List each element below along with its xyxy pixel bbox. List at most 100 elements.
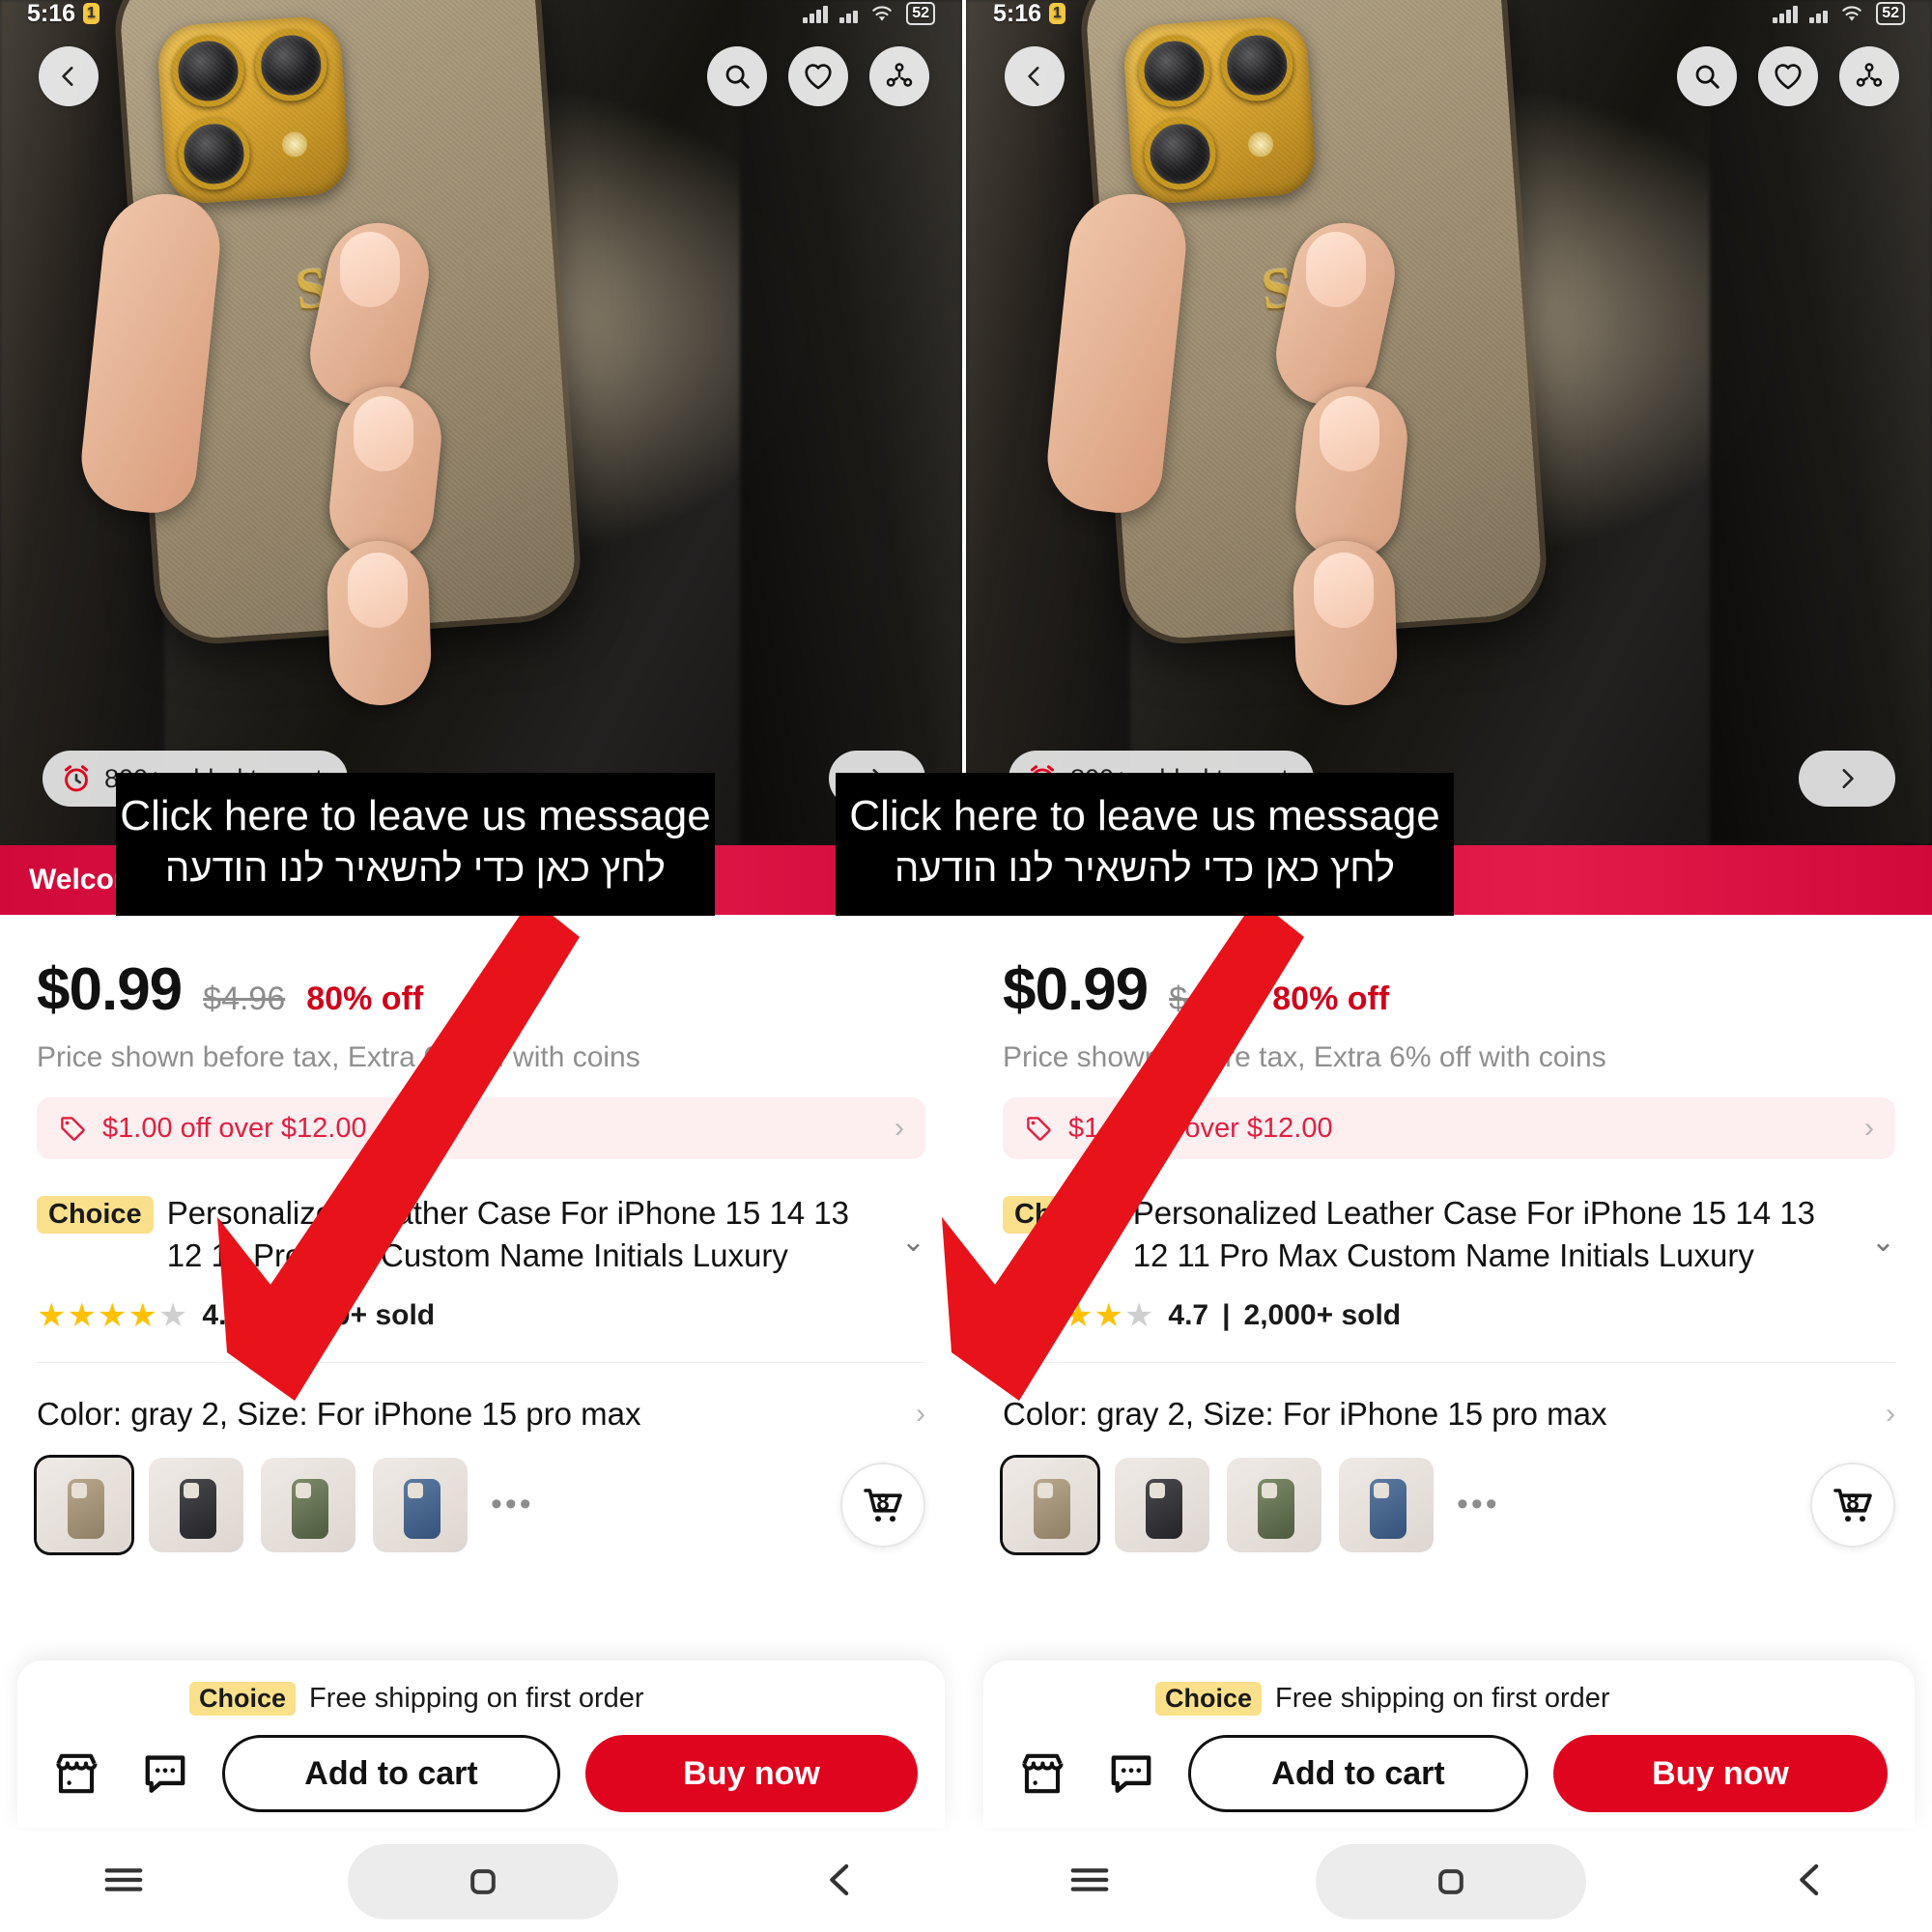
variant-thumbnail[interactable]: [1227, 1457, 1321, 1552]
chevron-down-icon[interactable]: ⌄: [1871, 1192, 1895, 1259]
variant-selector[interactable]: Color: gray 2, Size: For iPhone 15 pro m…: [1003, 1396, 1895, 1433]
sold-count: 2,000+ sold: [277, 1298, 436, 1331]
buy-now-button[interactable]: Buy now: [585, 1735, 918, 1812]
phone-screen-right: S.K 5:16 1: [966, 0, 1932, 1932]
message-seller-button[interactable]: [133, 1742, 197, 1805]
heart-icon: [1775, 64, 1802, 90]
message-seller-button[interactable]: [1099, 1742, 1163, 1805]
add-to-cart-button[interactable]: Add to cart: [222, 1735, 560, 1812]
variant-thumbnail[interactable]: [1339, 1457, 1434, 1552]
tag-icon: [1027, 1117, 1051, 1141]
recents-button[interactable]: [1067, 1861, 1112, 1904]
signal-bars-secondary-icon: [1809, 4, 1829, 23]
coupon-banner[interactable]: $1.00 off over $12.00 ›: [1003, 1097, 1895, 1159]
share-button[interactable]: [1839, 46, 1899, 106]
choice-shipping-badge: Choice: [1155, 1682, 1263, 1716]
wishlist-button[interactable]: [788, 46, 848, 106]
variant-thumbnail[interactable]: [1003, 1457, 1097, 1552]
choice-shipping-badge: Choice: [189, 1682, 297, 1716]
home-button[interactable]: [1315, 1844, 1586, 1919]
search-button[interactable]: [707, 46, 767, 106]
discount-percent: 80% off: [306, 980, 424, 1017]
more-variants-ellipsis[interactable]: •••: [1457, 1486, 1500, 1523]
choice-badge: Choice: [1003, 1196, 1120, 1234]
store-button[interactable]: [1010, 1742, 1074, 1805]
product-title: Personalized Leather Case For iPhone 15 …: [1132, 1195, 1815, 1273]
fingernail: [348, 553, 408, 628]
more-variants-ellipsis[interactable]: •••: [491, 1486, 534, 1523]
status-bar-left: 5:16 1: [27, 0, 99, 28]
choice-badge: Choice: [37, 1196, 154, 1234]
original-price: $4.96: [203, 980, 286, 1017]
status-bar: 5:16 1 52: [0, 0, 962, 27]
chevron-left-icon: [62, 67, 73, 86]
tooltip-line-hebrew: לחץ כאן כדי להשאיר לנו הודעה: [894, 847, 1395, 891]
camera-module: [156, 14, 352, 206]
tax-note: Price shown before tax, Extra 6% off wit…: [1003, 1041, 1606, 1073]
battery-indicator: 52: [1876, 2, 1905, 25]
tooltip-line-english: Click here to leave us message: [849, 791, 1440, 839]
variant-selector[interactable]: Color: gray 2, Size: For iPhone 15 pro m…: [37, 1396, 925, 1433]
camera-lens-icon: [1218, 27, 1295, 104]
search-button[interactable]: [1677, 46, 1737, 106]
recents-button[interactable]: [101, 1861, 146, 1904]
shipping-row: Choice Free shipping on first order: [1155, 1682, 1888, 1716]
wifi-icon: [1842, 6, 1861, 21]
product-title-row[interactable]: Choice Personalized Leather Case For iPh…: [1003, 1192, 1895, 1277]
product-title-row[interactable]: Choice Personalized Leather Case For iPh…: [37, 1192, 925, 1277]
next-image-button[interactable]: [1799, 751, 1895, 807]
shipping-row: Choice Free shipping on first order: [189, 1682, 918, 1716]
cart-quantity-button[interactable]: 8: [840, 1462, 925, 1548]
store-icon: [56, 1753, 98, 1794]
variant-thumbnail[interactable]: [1115, 1457, 1209, 1552]
fingernail: [1306, 232, 1366, 307]
coupon-left: $1.00 off over $12.00: [58, 1113, 367, 1145]
home-button[interactable]: [347, 1844, 618, 1919]
cart-quantity-button[interactable]: 8: [1810, 1462, 1895, 1548]
dual-screenshot-comparison: S.K 5:16 1: [0, 0, 1932, 1932]
search-icon: [725, 65, 750, 89]
variant-thumbnails: ••• 8: [1003, 1457, 1895, 1552]
store-button[interactable]: [44, 1742, 108, 1805]
star-rating-icon: ★★★★★: [37, 1296, 189, 1334]
product-info-section: $0.99 $4.96 80% off Price shown before t…: [966, 955, 1932, 1552]
home-square-icon: [470, 1869, 496, 1894]
back-button[interactable]: [39, 46, 99, 106]
chevron-right-icon: [1842, 769, 1854, 788]
chevron-down-icon[interactable]: ⌄: [901, 1192, 925, 1259]
rating-row[interactable]: ★★★★★ 4.7 | 2,000+ sold: [1003, 1296, 1895, 1335]
buy-now-button[interactable]: Buy now: [1553, 1735, 1888, 1812]
store-icon: [1022, 1753, 1064, 1794]
status-bar: 5:16 1 52: [966, 0, 1932, 27]
annotation-tooltip-left: Click here to leave us message לחץ כאן כ…: [116, 773, 715, 916]
rating-value: 4.7: [1168, 1298, 1209, 1331]
variant-thumbnail[interactable]: [373, 1457, 468, 1552]
share-button[interactable]: [869, 46, 929, 106]
coupon-banner[interactable]: $1.00 off over $12.00 ›: [37, 1097, 925, 1159]
camera-lens-icon: [170, 33, 246, 110]
coupon-text: $1.00 off over $12.00: [1068, 1112, 1333, 1144]
alarm-clock-icon: [64, 765, 89, 792]
back-button[interactable]: [1005, 46, 1065, 106]
wishlist-button[interactable]: [1758, 46, 1818, 106]
fingernail: [340, 232, 400, 307]
variant-thumbnail[interactable]: [37, 1457, 131, 1552]
action-buttons-row: Add to cart Buy now: [1010, 1735, 1888, 1812]
status-bar-right: 52: [1773, 2, 1905, 25]
product-media-gallery[interactable]: S.K 5:16 1: [0, 0, 962, 845]
status-bar-left: 5:16 1: [993, 0, 1065, 28]
variant-thumbnail[interactable]: [261, 1457, 355, 1552]
system-back-button[interactable]: [820, 1860, 861, 1905]
add-to-cart-button[interactable]: Add to cart: [1188, 1735, 1528, 1812]
product-media-gallery[interactable]: S.K 5:16 1: [966, 0, 1932, 845]
share-icon: [1856, 63, 1883, 87]
coupon-left: $1.00 off over $12.00: [1024, 1113, 1333, 1145]
rating-row[interactable]: ★★★★★ 4.7 | 2,000+ sold: [37, 1296, 925, 1335]
status-bar-right: 52: [803, 2, 935, 25]
heart-icon: [805, 64, 832, 90]
signal-bars-icon: [803, 4, 829, 23]
variant-thumbnail[interactable]: [149, 1457, 243, 1552]
camera-module: [1122, 14, 1318, 206]
system-back-button[interactable]: [1790, 1860, 1831, 1905]
notification-badge-icon: 1: [83, 3, 99, 24]
